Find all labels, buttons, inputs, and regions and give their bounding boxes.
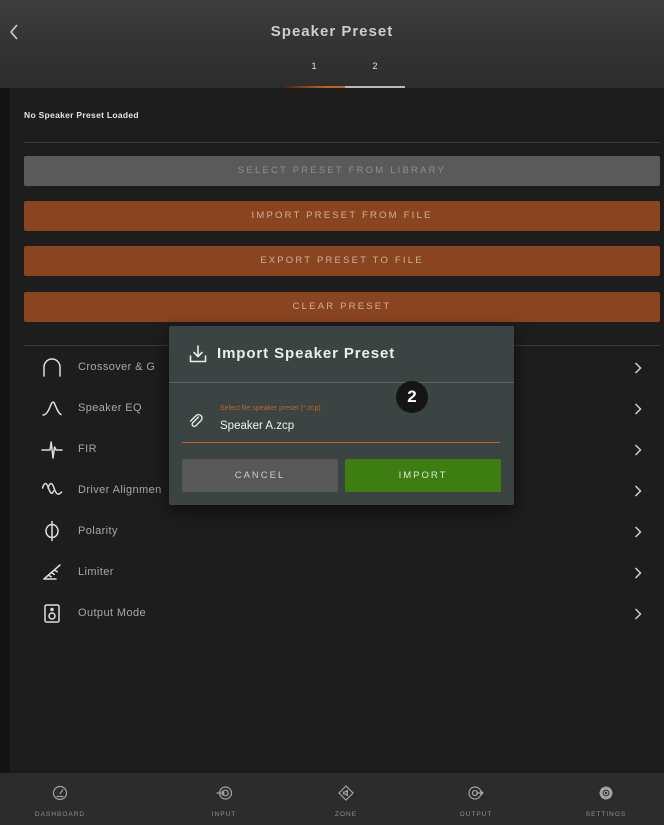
limiter-icon: [43, 564, 61, 580]
output-icon: [468, 786, 484, 800]
download-icon: [189, 345, 207, 363]
nav-zone[interactable]: ZONE: [296, 773, 396, 825]
menu-item-label: Speaker EQ: [78, 402, 142, 414]
dashboard-icon: [52, 785, 68, 801]
menu-item-output-mode[interactable]: Output Mode: [24, 593, 660, 634]
select-preset-from-library-button[interactable]: SELECT PRESET FROM LIBRARY: [24, 156, 660, 186]
nav-settings[interactable]: SETTINGS: [556, 773, 656, 825]
cancel-button[interactable]: CANCEL: [182, 459, 338, 492]
file-field-label: Select file speaker preset (*.zcp): [220, 405, 321, 412]
divider: [24, 142, 660, 143]
zone-icon: [338, 785, 354, 801]
nav-input[interactable]: INPUT: [174, 773, 274, 825]
fir-icon: [41, 441, 63, 459]
file-select-field[interactable]: Select file speaker preset (*.zcp) Speak…: [182, 400, 500, 443]
chevron-right-icon: [634, 526, 642, 538]
tab-1[interactable]: 1: [283, 57, 345, 88]
nav-label: OUTPUT: [459, 811, 493, 818]
menu-item-label: Output Mode: [78, 607, 146, 619]
nav-label: DASHBOARD: [34, 811, 86, 818]
menu-item-label: Limiter: [78, 566, 114, 578]
dialog-title: Import Speaker Preset: [217, 345, 396, 362]
import-preset-dialog: Import Speaker Preset 2 Select file spea…: [169, 326, 514, 505]
dialog-header: Import Speaker Preset: [169, 326, 514, 383]
top-bar: Speaker Preset 1 2: [0, 0, 664, 88]
side-gutter: [0, 88, 10, 773]
import-preset-from-file-button[interactable]: IMPORT PRESET FROM FILE: [24, 201, 660, 231]
nav-label: INPUT: [211, 811, 237, 818]
menu-item-label: Polarity: [78, 525, 118, 537]
menu-item-label: Crossover & G: [78, 361, 156, 373]
nav-output[interactable]: OUTPUT: [426, 773, 526, 825]
speaker-eq-icon: [42, 401, 62, 416]
preset-status-text: No Speaker Preset Loaded: [24, 110, 139, 120]
export-preset-to-file-button[interactable]: EXPORT PRESET TO FILE: [24, 246, 660, 276]
chevron-right-icon: [634, 608, 642, 620]
chevron-right-icon: [634, 362, 642, 374]
menu-item-label: FIR: [78, 443, 97, 455]
import-button[interactable]: IMPORT: [345, 459, 501, 492]
tab-label: 2: [372, 61, 378, 71]
tab-label: 1: [311, 61, 317, 71]
tab-2[interactable]: 2: [345, 57, 405, 88]
input-icon: [216, 786, 232, 800]
paperclip-icon: [189, 413, 203, 428]
crossover-icon: [43, 358, 61, 377]
menu-item-limiter[interactable]: Limiter: [24, 552, 660, 593]
chevron-right-icon: [634, 403, 642, 415]
chevron-right-icon: [634, 444, 642, 456]
menu-item-polarity[interactable]: Polarity: [24, 511, 660, 552]
clear-preset-button[interactable]: CLEAR PRESET: [24, 292, 660, 322]
output-mode-icon: [44, 604, 60, 623]
file-field-value: Speaker A.zcp: [220, 420, 295, 432]
menu-item-label: Driver Alignmen: [78, 484, 162, 496]
driver-alignment-icon: [41, 482, 63, 495]
nav-label: ZONE: [334, 811, 358, 818]
polarity-icon: [45, 520, 59, 542]
nav-label: SETTINGS: [585, 811, 627, 818]
chevron-right-icon: [634, 485, 642, 497]
nav-dashboard[interactable]: DASHBOARD: [10, 773, 110, 825]
bottom-nav: DASHBOARD INPUT ZONE OUTPUT SETTINGS: [0, 773, 664, 825]
settings-icon: [599, 786, 613, 800]
speaker-preset-screen: Speaker Preset 1 2 No Speaker Preset Loa…: [0, 0, 664, 825]
page-title: Speaker Preset: [270, 23, 394, 40]
chevron-right-icon: [634, 567, 642, 579]
